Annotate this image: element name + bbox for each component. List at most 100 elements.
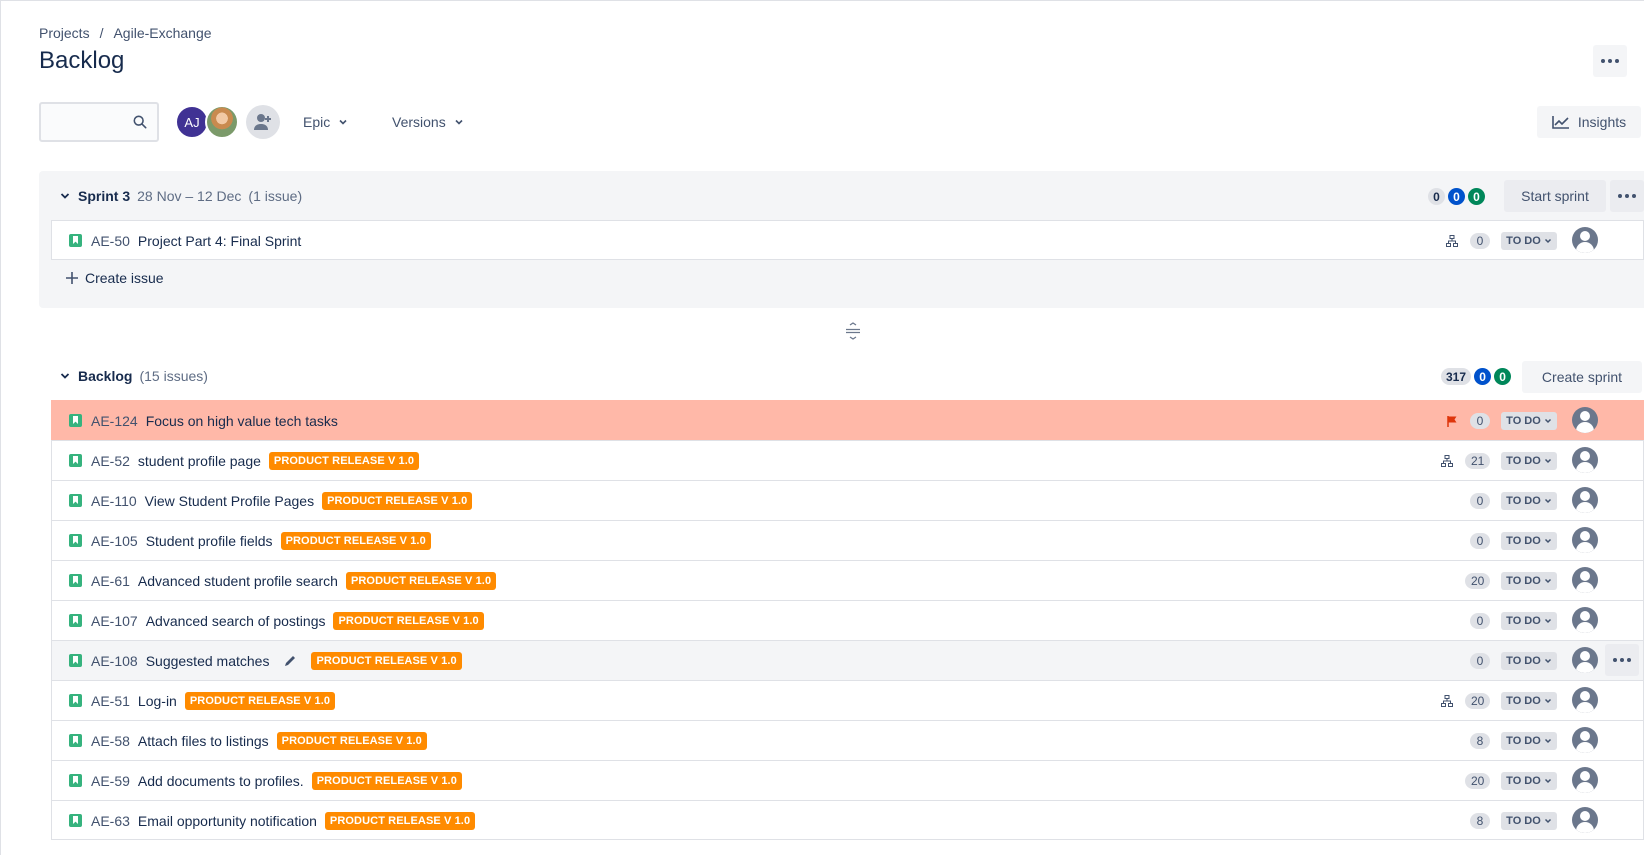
epic-lozenge[interactable]: PRODUCT RELEASE V 1.0 xyxy=(345,571,497,590)
story-points-badge[interactable]: 21 xyxy=(1465,452,1491,469)
story-points-badge[interactable]: 0 xyxy=(1470,232,1490,249)
story-points-badge[interactable]: 0 xyxy=(1470,492,1490,509)
assignee-avatar[interactable] xyxy=(1572,607,1598,633)
issue-key[interactable]: AE-50 xyxy=(91,233,130,249)
issue-summary[interactable]: Focus on high value tech tasks xyxy=(146,413,338,429)
issue-summary[interactable]: View Student Profile Pages xyxy=(145,493,314,509)
issue-key[interactable]: AE-59 xyxy=(91,773,130,789)
issue-key[interactable]: AE-52 xyxy=(91,453,130,469)
issue-summary[interactable]: student profile page xyxy=(138,453,261,469)
issue-key[interactable]: AE-110 xyxy=(91,493,137,509)
status-dropdown[interactable]: TO DO xyxy=(1501,692,1557,710)
backlog-issue-row[interactable]: AE-110 View Student Profile Pages PRODUCT … xyxy=(51,480,1644,520)
issue-summary[interactable]: Log-in xyxy=(138,693,177,709)
status-dropdown[interactable]: TO DO xyxy=(1501,732,1557,750)
versions-filter-button[interactable]: Versions xyxy=(392,106,464,138)
add-people-button[interactable] xyxy=(246,105,280,139)
assignee-avatar[interactable] xyxy=(1572,447,1598,473)
story-points-badge[interactable]: 8 xyxy=(1470,732,1490,749)
story-points-badge[interactable]: 8 xyxy=(1470,812,1490,829)
status-dropdown[interactable]: TO DO xyxy=(1501,572,1557,590)
issue-summary[interactable]: Attach files to listings xyxy=(138,733,269,749)
issue-summary[interactable]: Add documents to profiles. xyxy=(138,773,304,789)
issue-key[interactable]: AE-107 xyxy=(91,613,138,629)
story-points-badge[interactable]: 20 xyxy=(1465,692,1491,709)
issue-key[interactable]: AE-63 xyxy=(91,813,130,829)
epic-lozenge[interactable]: PRODUCT RELEASE V 1.0 xyxy=(276,731,427,750)
status-dropdown[interactable]: TO DO xyxy=(1501,412,1557,430)
assignee-avatar[interactable] xyxy=(1572,527,1598,553)
issue-summary[interactable]: Student profile fields xyxy=(146,533,273,549)
status-dropdown[interactable]: TO DO xyxy=(1501,492,1557,510)
story-points-badge[interactable]: 0 xyxy=(1470,652,1490,669)
assignee-avatar[interactable] xyxy=(1572,727,1598,753)
backlog-issue-row[interactable]: AE-61 Advanced student profile search PROD… xyxy=(51,560,1644,600)
backlog-issue-row[interactable]: AE-124 Focus on high value tech tasks 0 TO … xyxy=(51,400,1644,440)
issue-key[interactable]: AE-58 xyxy=(91,733,130,749)
backlog-header[interactable]: Backlog (15 issues) xyxy=(59,368,208,384)
issue-summary[interactable]: Advanced student profile search xyxy=(138,573,338,589)
assignee-avatar[interactable] xyxy=(1572,567,1598,593)
issue-key[interactable]: AE-51 xyxy=(91,693,130,709)
epic-lozenge[interactable]: PRODUCT RELEASE V 1.0 xyxy=(280,531,431,550)
status-dropdown[interactable]: TO DO xyxy=(1501,652,1557,670)
backlog-issue-row[interactable]: AE-108 Suggested matches PRODUCT RELEASE V… xyxy=(51,640,1644,680)
breadcrumb-project[interactable]: Agile-Exchange xyxy=(113,25,211,41)
assignee-avatar[interactable] xyxy=(1572,807,1598,833)
issue-summary[interactable]: Advanced search of postings xyxy=(146,613,326,629)
assignee-avatar[interactable] xyxy=(1572,647,1598,673)
issue-key[interactable]: AE-105 xyxy=(91,533,138,549)
start-sprint-button[interactable]: Start sprint xyxy=(1504,180,1606,212)
insights-button[interactable]: Insights xyxy=(1537,106,1641,138)
issue-key[interactable]: AE-61 xyxy=(91,573,130,589)
status-dropdown[interactable]: TO DO xyxy=(1501,232,1557,250)
sprint-issue-row[interactable]: AE-50 Project Part 4: Final Sprint 0 TO … xyxy=(51,220,1644,260)
chevron-down-icon[interactable] xyxy=(59,370,71,382)
epic-lozenge[interactable]: PRODUCT RELEASE V 1.0 xyxy=(324,811,476,830)
page-more-actions-button[interactable] xyxy=(1593,45,1627,77)
avatar-aj[interactable]: AJ xyxy=(175,105,209,139)
epic-filter-button[interactable]: Epic xyxy=(303,106,348,138)
create-sprint-button[interactable]: Create sprint xyxy=(1522,361,1642,393)
sprint-header[interactable]: Sprint 3 28 Nov – 12 Dec (1 issue) xyxy=(59,188,302,204)
backlog-issue-row[interactable]: AE-59 Add documents to profiles. PRODUCT R… xyxy=(51,760,1644,800)
epic-lozenge[interactable]: PRODUCT RELEASE V 1.0 xyxy=(333,611,484,630)
assignee-avatar[interactable] xyxy=(1572,227,1598,253)
backlog-issue-row[interactable]: AE-51 Log-in PRODUCT RELEASE V 1.0 20 TO DO xyxy=(51,680,1644,720)
epic-lozenge[interactable]: PRODUCT RELEASE V 1.0 xyxy=(184,691,336,710)
issue-key[interactable]: AE-124 xyxy=(91,413,138,429)
status-dropdown[interactable]: TO DO xyxy=(1501,812,1557,830)
story-points-badge[interactable]: 0 xyxy=(1470,612,1490,629)
edit-pencil-icon[interactable] xyxy=(283,654,297,668)
backlog-issue-row[interactable]: AE-105 Student profile fields PRODUCT RELE… xyxy=(51,520,1644,560)
backlog-issue-row[interactable]: AE-58 Attach files to listings PRODUCT REL… xyxy=(51,720,1644,760)
issue-key[interactable]: AE-108 xyxy=(91,653,138,669)
assignee-avatar[interactable] xyxy=(1572,767,1598,793)
status-dropdown[interactable]: TO DO xyxy=(1501,612,1557,630)
epic-lozenge[interactable]: PRODUCT RELEASE V 1.0 xyxy=(311,771,462,790)
issue-summary[interactable]: Project Part 4: Final Sprint xyxy=(138,233,301,249)
assignee-avatar[interactable] xyxy=(1572,487,1598,513)
backlog-issue-row[interactable]: AE-52 student profile page PRODUCT RELEASE… xyxy=(51,440,1644,480)
assignee-avatar[interactable] xyxy=(1572,687,1598,713)
status-dropdown[interactable]: TO DO xyxy=(1501,532,1557,550)
status-dropdown[interactable]: TO DO xyxy=(1501,772,1557,790)
resize-handle-icon[interactable] xyxy=(845,322,861,340)
assignee-avatar[interactable] xyxy=(1572,407,1598,433)
story-points-badge[interactable]: 0 xyxy=(1470,532,1490,549)
epic-lozenge[interactable]: PRODUCT RELEASE V 1.0 xyxy=(311,651,462,670)
search-input[interactable] xyxy=(39,102,159,142)
story-points-badge[interactable]: 20 xyxy=(1465,572,1491,589)
sprint-more-actions-button[interactable] xyxy=(1610,180,1644,212)
issue-more-actions-button[interactable] xyxy=(1605,644,1639,676)
backlog-issue-row[interactable]: AE-63 Email opportunity notification PRODU… xyxy=(51,800,1644,840)
create-issue-button[interactable]: Create issue xyxy=(65,270,164,286)
story-points-badge[interactable]: 20 xyxy=(1465,772,1491,789)
breadcrumb-projects[interactable]: Projects xyxy=(39,25,90,41)
status-dropdown[interactable]: TO DO xyxy=(1501,452,1557,470)
chevron-down-icon[interactable] xyxy=(59,190,71,202)
epic-lozenge[interactable]: PRODUCT RELEASE V 1.0 xyxy=(322,491,473,510)
story-points-badge[interactable]: 0 xyxy=(1470,412,1490,429)
issue-summary[interactable]: Email opportunity notification xyxy=(138,813,317,829)
avatar-photo[interactable] xyxy=(205,105,239,139)
